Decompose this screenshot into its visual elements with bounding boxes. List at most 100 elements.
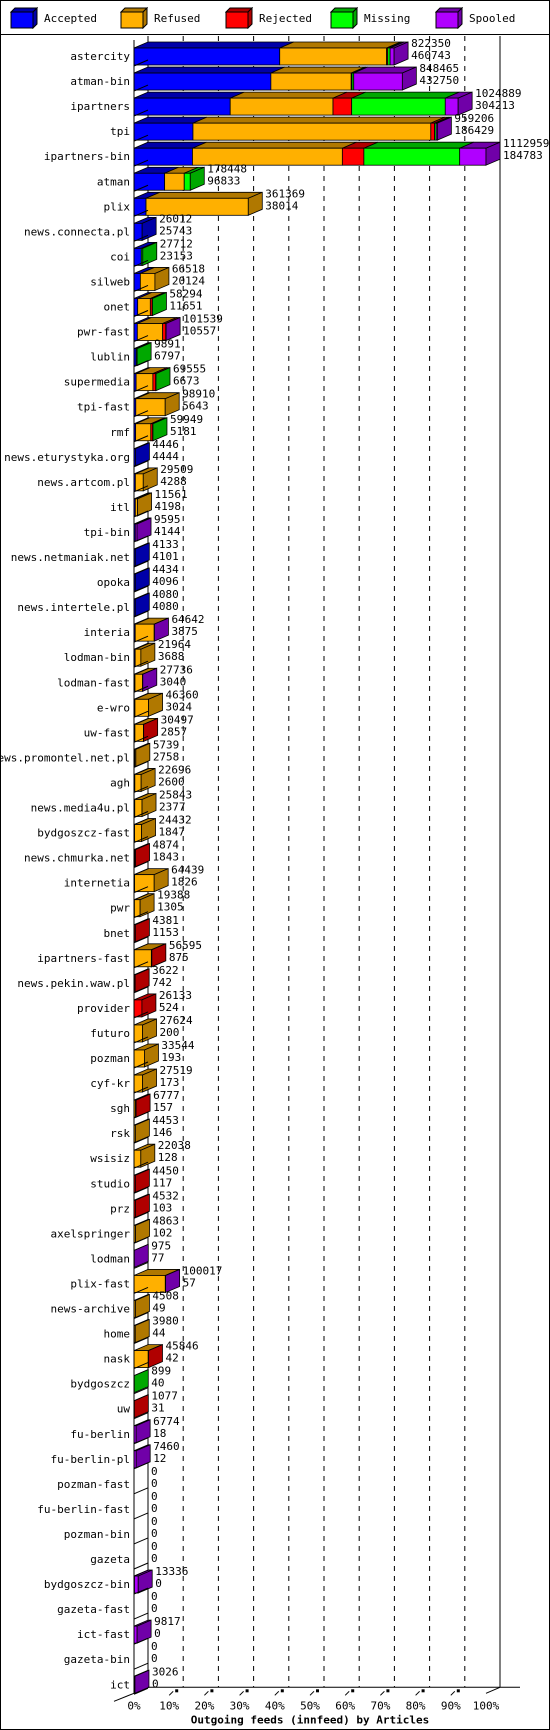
category-label: ict bbox=[110, 1678, 130, 1691]
category-label: agh bbox=[110, 776, 130, 789]
category-label: ipartners-fast bbox=[37, 952, 130, 965]
value-label-accepted: 4198 bbox=[155, 500, 182, 513]
depth-line bbox=[133, 1512, 149, 1520]
bar-segment-astercity-accepted bbox=[133, 47, 281, 66]
depth-line bbox=[133, 1662, 149, 1670]
category-label: bydgoszcz bbox=[70, 1378, 130, 1391]
value-label-accepted: 2377 bbox=[159, 801, 186, 814]
bar-segment-pwr-refused bbox=[134, 899, 141, 918]
value-label-accepted: 4288 bbox=[160, 475, 187, 488]
value-label-accepted: 184783 bbox=[503, 149, 543, 162]
value-label-accepted: 524 bbox=[159, 1001, 179, 1014]
x-tick-label: 70% bbox=[370, 1699, 390, 1712]
category-label: news-archive bbox=[51, 1303, 130, 1316]
value-label-accepted: 0 bbox=[155, 1577, 162, 1590]
x-tick-mark bbox=[344, 1690, 350, 1696]
category-label: uw bbox=[117, 1403, 131, 1416]
category-label: silweb bbox=[90, 275, 130, 288]
value-label-accepted: 3024 bbox=[166, 700, 193, 713]
bar-side-news.intertele.pl bbox=[134, 592, 150, 617]
value-label-accepted: 38014 bbox=[265, 199, 298, 212]
x-axis-end-line bbox=[485, 1686, 501, 1694]
category-label: news.eturystyka.org bbox=[4, 451, 130, 464]
category-label: tpi bbox=[110, 125, 130, 138]
bar-segment-provider-rejected bbox=[133, 999, 143, 1018]
x-tick-dot bbox=[245, 1689, 249, 1693]
category-label: tpi-bin bbox=[84, 526, 130, 539]
bar-segment-ipartners-bin-rejected bbox=[341, 147, 365, 166]
value-label-accepted: 0 bbox=[152, 1677, 159, 1690]
x-tick-dot bbox=[351, 1689, 355, 1693]
bar-top-ipartners-bin-missing bbox=[363, 141, 474, 149]
value-label-accepted: 2600 bbox=[158, 775, 185, 788]
value-label-accepted: 42 bbox=[165, 1352, 178, 1365]
category-label: wsisiz bbox=[90, 1152, 130, 1165]
category-label: interia bbox=[84, 626, 130, 639]
value-label-accepted: 1847 bbox=[159, 826, 186, 839]
x-tick-mark bbox=[309, 1690, 315, 1696]
x-tick-mark bbox=[450, 1690, 456, 1696]
value-label-accepted: 1826 bbox=[171, 876, 198, 889]
depth-line bbox=[133, 1612, 149, 1620]
category-label: prz bbox=[110, 1202, 130, 1215]
category-label: lodman-bin bbox=[64, 651, 130, 664]
value-label-accepted: 157 bbox=[153, 1101, 173, 1114]
category-label: rsk bbox=[110, 1127, 130, 1140]
bar-segment-pwr-fast-accepted bbox=[133, 323, 138, 341]
value-label-accepted: 12 bbox=[153, 1452, 166, 1465]
category-label: fu-berlin-fast bbox=[37, 1503, 130, 1516]
x-tick-dot bbox=[421, 1689, 425, 1693]
bar-top-tpi-refused bbox=[192, 116, 445, 124]
category-label: ict-fast bbox=[77, 1628, 130, 1641]
category-label: studio bbox=[90, 1177, 130, 1190]
value-label-accepted: 31 bbox=[151, 1402, 164, 1415]
bar-segment-wsisiz-refused bbox=[133, 1149, 142, 1168]
bar-segment-ipartners-missing bbox=[351, 97, 446, 116]
category-label: rmf bbox=[110, 426, 130, 439]
x-tick-label: 0% bbox=[127, 1699, 141, 1712]
bar-segment-bydgoszcz-fast-refused bbox=[134, 824, 142, 842]
value-label-accepted: 146 bbox=[152, 1126, 172, 1139]
bar-segment-lodman-bin-refused bbox=[134, 648, 142, 667]
value-label-accepted: 0 bbox=[151, 1652, 158, 1665]
category-label: sgh bbox=[110, 1102, 130, 1115]
x-tick-label: 60% bbox=[335, 1699, 355, 1712]
category-label: e-wro bbox=[97, 701, 130, 714]
category-label: pwr bbox=[110, 902, 130, 915]
category-label: ipartners bbox=[70, 100, 130, 113]
bar-segment-astercity-refused bbox=[279, 47, 388, 66]
value-label-accepted: 128 bbox=[158, 1151, 178, 1164]
bar-segment-atman-missing bbox=[183, 172, 191, 191]
bar-side-studio bbox=[134, 1168, 150, 1193]
bar-segment-atman-bin-accepted bbox=[133, 72, 272, 91]
category-label: pozman bbox=[90, 1052, 130, 1065]
category-label: axelspringer bbox=[51, 1227, 131, 1240]
value-label-accepted: 200 bbox=[160, 1026, 180, 1039]
category-label: fu-berlin-pl bbox=[51, 1453, 130, 1466]
value-label-accepted: 4080 bbox=[152, 600, 179, 613]
x-tick-mark bbox=[239, 1690, 244, 1696]
category-label: plix bbox=[104, 200, 131, 213]
x-tick-label: 20% bbox=[194, 1699, 214, 1712]
value-label-accepted: 4444 bbox=[152, 450, 179, 463]
bar-segment-internetia-refused bbox=[134, 874, 155, 893]
bar-segment-plix-accepted bbox=[133, 197, 147, 216]
value-label-accepted: 3688 bbox=[158, 650, 185, 663]
value-label-accepted: 875 bbox=[169, 951, 189, 964]
category-label: lublin bbox=[90, 351, 130, 364]
bar-side-news-archive bbox=[135, 1293, 150, 1319]
bar-segment-news.media4u.pl-refused bbox=[134, 799, 143, 817]
category-label: bnet bbox=[104, 927, 131, 940]
value-label-accepted: 6673 bbox=[173, 375, 200, 388]
bar-segment-news.connecta.pl-accepted bbox=[133, 222, 143, 241]
value-label-accepted: 0 bbox=[151, 1552, 158, 1565]
category-label: cyf-kr bbox=[90, 1077, 130, 1090]
value-label-accepted: 6797 bbox=[154, 350, 181, 363]
bar-side-home bbox=[134, 1318, 150, 1344]
bar-top-astercity-accepted bbox=[133, 41, 294, 49]
category-label: onet bbox=[104, 301, 131, 314]
value-label-accepted: 0 bbox=[151, 1477, 158, 1490]
category-label: bydgoszcz-bin bbox=[44, 1578, 130, 1591]
value-label-accepted: 2758 bbox=[153, 750, 180, 763]
x-tick-mark bbox=[168, 1690, 174, 1696]
